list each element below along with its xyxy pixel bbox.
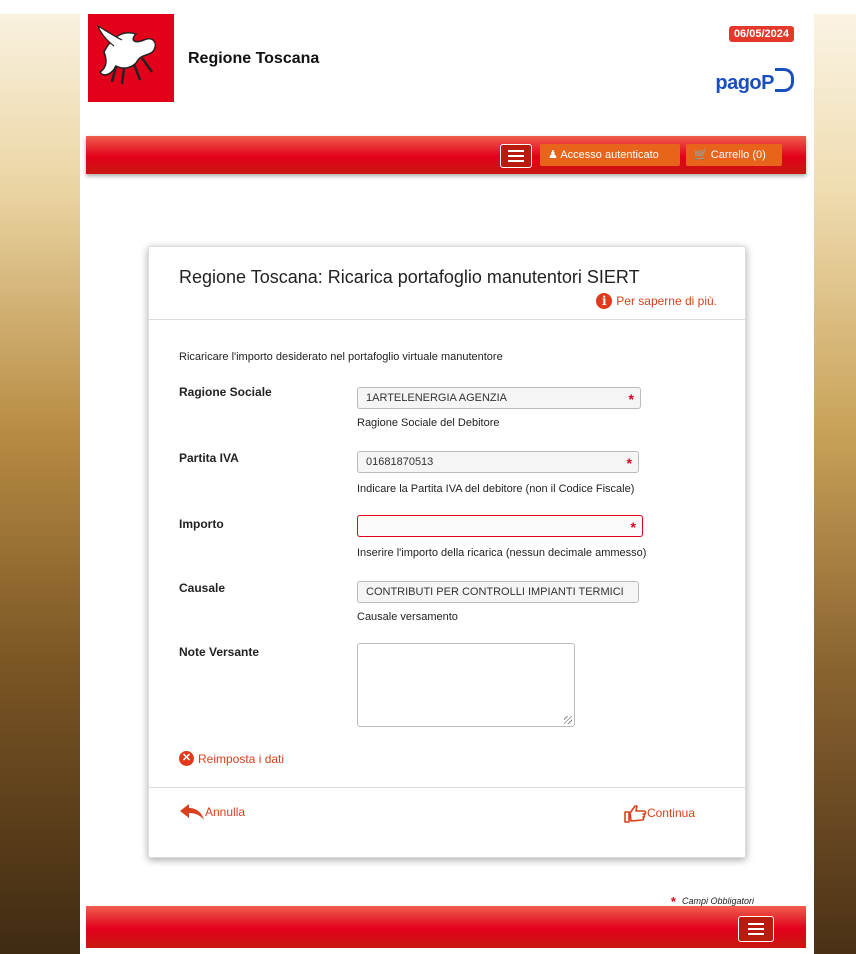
header-divider (149, 319, 745, 320)
brand-title: Regione Toscana (188, 50, 320, 67)
info-icon: i (596, 293, 613, 309)
more-info-label: Per saperne di più. (616, 294, 717, 308)
regione-toscana-logo[interactable] (88, 14, 174, 102)
required-star: * (626, 455, 632, 471)
cancel-link[interactable]: Annulla (179, 803, 245, 821)
hamburger-line (748, 928, 764, 930)
intro-text: Ricaricare l'importo desiderato nel port… (179, 351, 503, 363)
login-button[interactable]: ♟ Accesso autenticato (540, 144, 680, 166)
page-container: Regione Toscana 06/05/2024 pagoP ♟ Acces… (80, 14, 814, 954)
importo-input[interactable]: * (357, 515, 643, 537)
pagopa-logo[interactable]: pagoP (715, 68, 794, 95)
payment-form-card: Regione Toscana: Ricarica portafoglio ma… (148, 246, 746, 858)
reset-link-label: Reimposta i dati (198, 751, 285, 766)
cancel-label: Annulla (205, 805, 246, 819)
causale-value: CONTRIBUTI PER CONTROLLI IMPIANTI TERMIC… (366, 586, 624, 598)
reset-link[interactable]: ✕ Reimposta i dati (179, 751, 284, 766)
partita-iva-help: Indicare la Partita IVA del debitore (no… (357, 483, 635, 495)
partita-iva-label: Partita IVA (179, 451, 239, 465)
menu-button-bottom[interactable] (738, 916, 774, 942)
card-title: Regione Toscana: Ricarica portafoglio ma… (179, 267, 640, 287)
note-versante-label: Note Versante (179, 645, 260, 659)
continue-link[interactable]: Continua (623, 803, 695, 823)
background-landscape-right (814, 0, 856, 954)
hamburger-line (508, 160, 524, 162)
ragione-sociale-input[interactable]: 1ARTELENERGIA AGENZIA * (357, 387, 641, 409)
more-info-link[interactable]: i Per saperne di più. (596, 293, 717, 309)
cart-button[interactable]: 🛒 Carrello (0) (686, 144, 782, 166)
hamburger-line (748, 933, 764, 935)
top-navigation-bar: ♟ Accesso autenticato 🛒 Carrello (0) (86, 136, 806, 174)
importo-label: Importo (179, 517, 224, 531)
partita-iva-value: 01681870513 (366, 456, 434, 468)
user-icon: ♟ (548, 149, 558, 161)
causale-label: Causale (179, 581, 226, 595)
pegasus-icon (96, 24, 156, 85)
cart-button-label: Carrello (0) (710, 149, 766, 161)
causale-input[interactable]: CONTRIBUTI PER CONTROLLI IMPIANTI TERMIC… (357, 581, 639, 603)
reset-x-icon: ✕ (179, 751, 194, 766)
required-fields-label: Campi Obbligatori (681, 896, 754, 906)
pointing-hand-icon (624, 805, 647, 823)
background-landscape-left (0, 0, 80, 954)
causale-help: Causale versamento (357, 611, 458, 623)
ragione-sociale-help: Ragione Sociale del Debitore (357, 417, 500, 429)
pagopa-arc-icon (775, 68, 794, 92)
pagopa-logo-text: pagoP (715, 72, 774, 94)
footer-divider (149, 787, 745, 788)
ragione-sociale-label: Ragione Sociale (179, 385, 272, 399)
resize-handle-icon[interactable] (564, 716, 572, 724)
login-button-label: Accesso autenticato (560, 149, 659, 161)
menu-button-top[interactable] (500, 144, 532, 168)
back-arrow-icon (180, 804, 204, 820)
hamburger-line (508, 150, 524, 152)
top-strip (0, 0, 856, 14)
required-star: * (628, 391, 634, 407)
continue-label: Continua (646, 806, 695, 820)
required-star: * (630, 519, 636, 535)
ragione-sociale-value: 1ARTELENERGIA AGENZIA (366, 392, 508, 404)
date-badge: 06/05/2024 (728, 26, 794, 42)
hamburger-line (748, 923, 764, 925)
partita-iva-input[interactable]: 01681870513 * (357, 451, 639, 473)
note-versante-textarea[interactable] (357, 643, 575, 727)
hamburger-line (508, 155, 524, 157)
importo-help: Inserire l'importo della ricarica (nessu… (357, 547, 647, 559)
cart-icon: 🛒 (694, 149, 708, 161)
bottom-navigation-bar (86, 906, 806, 948)
